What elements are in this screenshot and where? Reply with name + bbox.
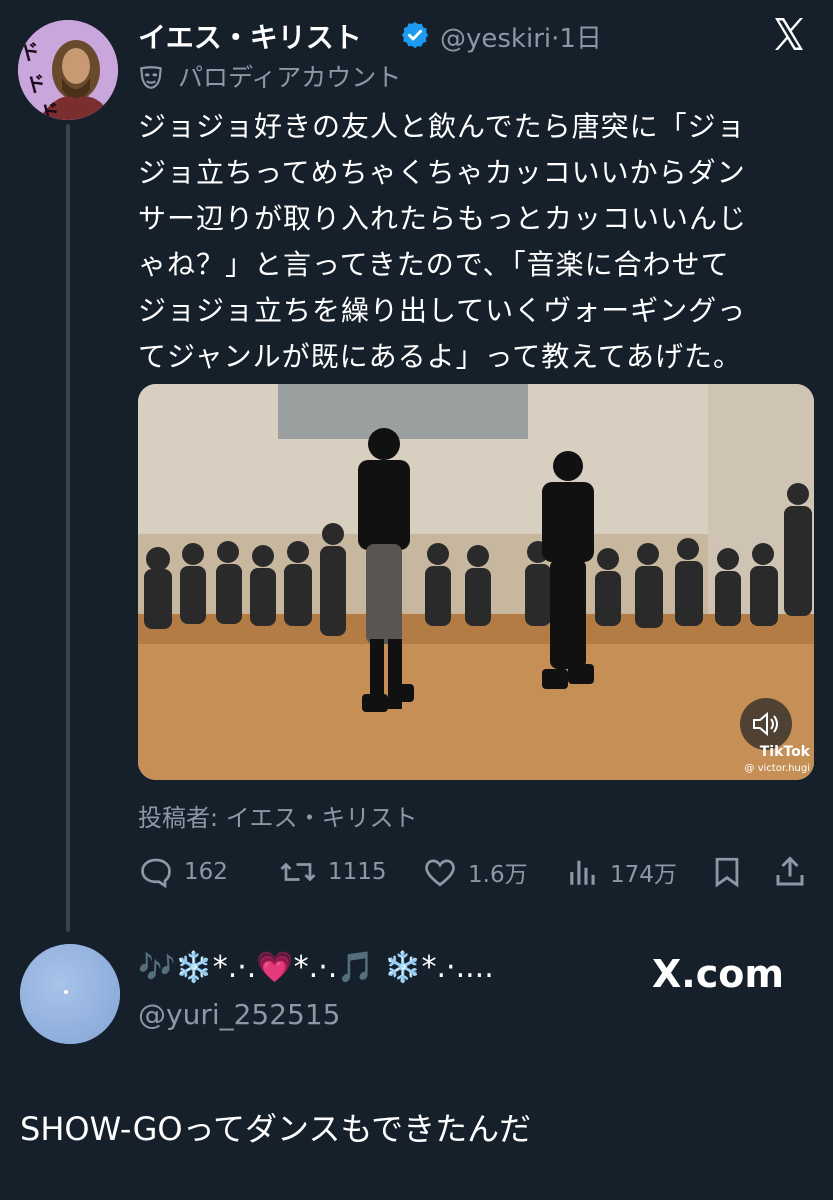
- reply-avatar-image: [20, 944, 120, 1044]
- tweet-text-line: サー辺りが取り入れたらもっとカッコいいんじ: [138, 202, 748, 235]
- xcom-watermark: X.com: [652, 952, 784, 996]
- author-name[interactable]: イエス・キリスト: [138, 16, 362, 56]
- author-avatar[interactable]: ド ド ド: [18, 20, 118, 120]
- tiktok-watermark-logo: TikTok: [759, 744, 810, 760]
- sound-icon: [753, 711, 778, 737]
- views-button[interactable]: 174万: [566, 850, 677, 894]
- tweet-header: イエス・キリスト @yeskiri·1日: [138, 14, 813, 54]
- author-handle[interactable]: @yeskiri: [440, 24, 551, 54]
- sound-toggle-button[interactable]: [740, 698, 792, 750]
- tweet-text-line: ジョジョ立ちを繰り出していくヴォーギングっ: [138, 294, 747, 327]
- like-count: 1.6万: [468, 862, 528, 888]
- reply-text: SHOW-GOってダンスもできたんだ: [20, 1110, 532, 1148]
- share-icon: [776, 856, 804, 886]
- like-icon: [425, 859, 455, 887]
- repost-button[interactable]: 1115: [278, 850, 387, 894]
- close-x-icon[interactable]: [769, 14, 809, 54]
- video-frame: [138, 384, 814, 780]
- tweet-actions: 162 1115 1.6万 174万: [138, 850, 818, 894]
- tweet-text-line: てジャンルが既にあるよ」って教えてあげた。: [138, 340, 742, 373]
- tweet-text-line: ゃね？」と言ってきたので、「音楽に合わせて: [138, 248, 730, 281]
- bookmark-icon: [715, 857, 739, 888]
- tweet-text: ジョジョ好きの友人と飲んでたら唐突に「ジョ ジョ立ちってめちゃくちゃカッコいいか…: [138, 104, 818, 380]
- author-handle-time: @yeskiri·1日: [440, 18, 602, 55]
- verified-badge-icon: [401, 21, 429, 49]
- like-button[interactable]: 1.6万: [422, 850, 528, 894]
- reply-handle[interactable]: @yuri_252515: [138, 998, 341, 1031]
- parody-label: パロディアカウント: [178, 63, 402, 92]
- views-count: 174万: [610, 862, 677, 888]
- views-icon: [570, 860, 595, 885]
- repost-count: 1115: [328, 859, 387, 885]
- repost-icon: [280, 862, 316, 882]
- tiktok-watermark-handle: @ victor.hugi: [744, 763, 810, 774]
- tweet-text-line: ジョジョ好きの友人と飲んでたら唐突に「ジョ: [138, 110, 746, 143]
- reply-button[interactable]: 162: [138, 850, 228, 894]
- reply-icon: [141, 858, 171, 889]
- bookmark-button[interactable]: [710, 850, 754, 894]
- tweet-video[interactable]: TikTok @ victor.hugi: [138, 384, 814, 780]
- reply-display-name[interactable]: 🎶❄️*.·.💗*.·.🎵 ❄️*.·....: [138, 950, 494, 985]
- parody-label-row: パロディアカウント: [138, 58, 401, 94]
- tweet-text-line: ジョ立ちってめちゃくちゃカッコいいからダン: [138, 156, 746, 189]
- thread-line: [66, 124, 70, 932]
- tweet-time[interactable]: 1日: [559, 24, 602, 54]
- posted-by-label: 投稿者: イエス・キリスト: [138, 804, 418, 832]
- reply-count: 162: [184, 859, 228, 885]
- reply-avatar[interactable]: [20, 944, 120, 1044]
- author-avatar-image: ド ド ド: [18, 20, 118, 120]
- share-button[interactable]: [772, 850, 818, 894]
- parody-mask-icon: [140, 66, 162, 89]
